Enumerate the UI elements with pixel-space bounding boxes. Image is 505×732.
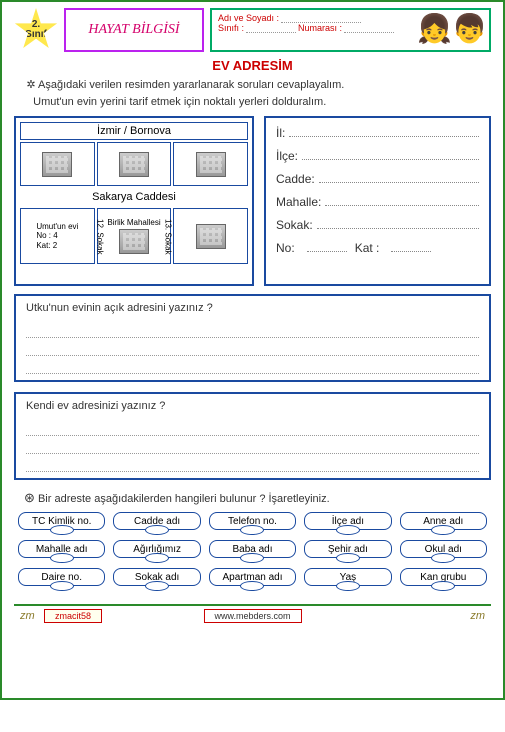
kat-input[interactable] [391,242,431,252]
no-input[interactable] [307,242,347,252]
question-2-box: Kendi ev adresinizi yazınız ? [14,392,491,480]
sokak-label: Sokak: [276,218,313,232]
number-label: Numarası : [298,23,342,33]
footer-code: zmacit58 [44,609,102,623]
map-street-label: Sakarya Caddesi [20,188,248,206]
number-input-line[interactable] [344,23,394,33]
map-side-street-1: 12. Sokak [96,219,105,255]
map-and-form-row: İzmir / Bornova Sakarya Caddesi Umut'un … [14,116,491,286]
answer-line[interactable] [26,454,479,472]
answer-line[interactable] [26,320,479,338]
answer-line[interactable] [26,338,479,356]
footer-sig-left: zm [20,610,35,622]
instruction-line-2: Umut'un evin yerini tarif etmek için nok… [33,96,326,108]
chip-checkbox[interactable] [50,553,74,563]
map-umut-house: Umut'un evi No : 4 Kat: 2 [20,208,95,264]
kat-label: Kat : [355,241,380,255]
chip-telefon-no[interactable]: Telefon no. [209,512,296,530]
chip-checkbox[interactable] [145,525,169,535]
map-district: İzmir / Bornova [20,122,248,140]
page-title: EV ADRESİM [14,58,491,73]
chip-mahalle-adi[interactable]: Mahalle adı [18,540,105,558]
map-building-4 [173,208,248,264]
chip-kan-grubu[interactable]: Kan grubu [400,568,487,586]
question-1-text: Utku'nun evinin açık adresini yazınız ? [26,302,479,314]
answer-line[interactable] [26,436,479,454]
map-building-2 [97,142,172,186]
chip-grid: TC Kimlik no. Cadde adı Telefon no. İlçe… [14,512,491,586]
house-floor: Kat: 2 [36,241,78,251]
chip-apartman-adi[interactable]: Apartman adı [209,568,296,586]
chip-checkbox[interactable] [240,525,264,535]
wheel-icon: ⊛ [24,490,35,506]
no-label: No: [276,241,295,255]
chip-checkbox[interactable] [50,525,74,535]
chip-checkbox[interactable] [431,525,455,535]
il-label: İl: [276,126,285,140]
chip-tc-kimlik[interactable]: TC Kimlik no. [18,512,105,530]
worksheet-page: 2. Sınıf HAYAT BİLGİSİ Adı ve Soyadı : S… [0,0,505,700]
chip-checkbox[interactable] [336,553,360,563]
chip-okul-adi[interactable]: Okul adı [400,540,487,558]
chip-checkbox[interactable] [336,581,360,591]
checklist-instruction: ⊛ Bir adreste aşağıdakilerden hangileri … [24,490,491,506]
sokak-input[interactable] [317,219,479,229]
subject-title: HAYAT BİLGİSİ [64,8,204,52]
footer-site: www.mebders.com [203,609,301,623]
chip-sokak-adi[interactable]: Sokak adı [113,568,200,586]
chip-checkbox[interactable] [240,581,264,591]
cadde-input[interactable] [319,173,479,183]
chip-checkbox[interactable] [145,581,169,591]
map-neighborhood: Birlik Mahallesi [107,218,160,227]
chip-agirligimiz[interactable]: Ağırlığımız [113,540,200,558]
instructions: ✲Aşağıdaki verilen resimden yararlanarak… [24,77,491,110]
chip-checkbox[interactable] [240,553,264,563]
cadde-label: Cadde: [276,172,315,186]
class-input-line[interactable] [246,23,296,33]
kids-icon: 👧👦 [417,12,487,45]
address-form: İl: İlçe: Cadde: Mahalle: Sokak: No: Kat… [264,116,491,286]
instruction-line-1: Aşağıdaki verilen resimden yararlanarak … [38,79,344,91]
chip-baba-adi[interactable]: Baba adı [209,540,296,558]
map-box: İzmir / Bornova Sakarya Caddesi Umut'un … [14,116,254,286]
chip-checkbox[interactable] [336,525,360,535]
grade-badge: 2. Sınıf [14,8,58,52]
chip-yas[interactable]: Yaş [304,568,391,586]
mahalle-label: Mahalle: [276,195,321,209]
answer-line[interactable] [26,418,479,436]
mahalle-input[interactable] [325,196,479,206]
footer-sig-right: zm [470,610,485,622]
question-1-box: Utku'nun evinin açık adresini yazınız ? [14,294,491,382]
map-building-3 [173,142,248,186]
map-side-street-2: 13. Sokak [163,219,172,255]
chip-checkbox[interactable] [50,581,74,591]
name-label: Adı ve Soyadı : [218,13,279,23]
grade-label: Sınıf [25,30,47,40]
class-label: Sınıfı : [218,23,244,33]
map-building-1 [20,142,95,186]
chip-checkbox[interactable] [431,581,455,591]
answer-line[interactable] [26,356,479,374]
map-grid: Sakarya Caddesi Umut'un evi No : 4 Kat: … [20,142,248,264]
chip-anne-adi[interactable]: Anne adı [400,512,487,530]
footer: zm zmacit58 www.mebders.com zm [14,604,491,626]
ilce-label: İlçe: [276,149,298,163]
house-title: Umut'un evi [36,222,78,232]
chip-ilce-adi[interactable]: İlçe adı [304,512,391,530]
chip-checkbox[interactable] [145,553,169,563]
il-input[interactable] [289,127,479,137]
question-2-text: Kendi ev adresinizi yazınız ? [26,400,479,412]
house-no: No : 4 [36,231,78,241]
chip-cadde-adi[interactable]: Cadde adı [113,512,200,530]
name-input-line[interactable] [281,13,361,23]
ilce-input[interactable] [302,150,479,160]
star-icon: ✲ [24,77,38,94]
chip-sehir-adi[interactable]: Şehir adı [304,540,391,558]
checklist-text: Bir adreste aşağıdakilerden hangileri bu… [38,493,330,505]
map-center-block: Birlik Mahallesi 12. Sokak 13. Sokak [97,208,172,264]
header: 2. Sınıf HAYAT BİLGİSİ Adı ve Soyadı : S… [14,8,491,52]
chip-checkbox[interactable] [431,553,455,563]
chip-daire-no[interactable]: Daire no. [18,568,105,586]
student-info-box: Adı ve Soyadı : Sınıfı : Numarası : 👧👦 [210,8,491,52]
